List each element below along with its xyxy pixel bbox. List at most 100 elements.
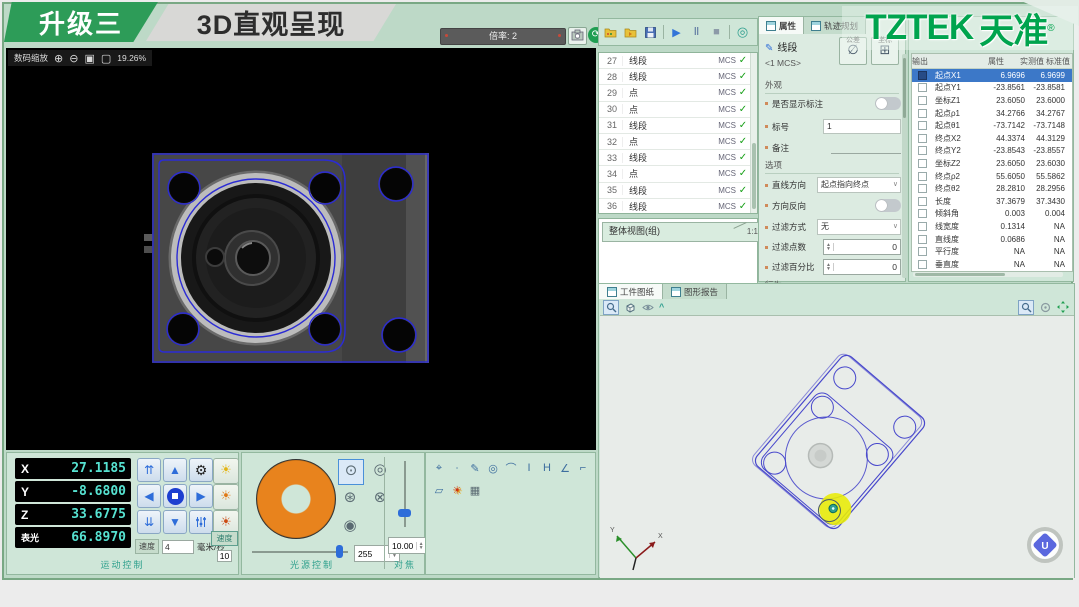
table-row[interactable]: 倾斜角 0.003 0.004 [912,208,1072,221]
snapshot-button[interactable] [568,27,587,45]
id-input[interactable]: 1 [823,119,901,134]
output-checkbox[interactable] [918,184,927,193]
light-top-button[interactable]: ☀ [213,458,239,484]
speed-input[interactable]: 4 [162,540,194,554]
settings-button[interactable]: ⚙ [189,458,213,482]
graphics-canvas[interactable]: Y X U [600,315,1074,578]
output-checkbox[interactable] [918,172,927,181]
output-checkbox[interactable] [918,197,927,206]
table-row[interactable]: 起点θ1 -73.7142 -73.7148 [912,119,1072,132]
note-input[interactable] [831,141,901,154]
table-row[interactable]: 终点ρ2 55.6050 55.5862 [912,170,1072,183]
stop-button[interactable] [163,484,187,508]
stop-run-button[interactable]: ■ [709,25,724,40]
output-checkbox[interactable] [918,247,927,256]
show-annotation-toggle[interactable] [875,97,901,110]
focus-value[interactable]: 10.00 [389,541,416,551]
light-pattern-button[interactable]: ◎ [368,459,392,483]
table-row[interactable]: 起点ρ1 34.2766 34.2767 [912,107,1072,120]
ring-light-diagram[interactable] [256,459,336,539]
table-row[interactable]: 线宽度 0.1314 NA [912,220,1072,233]
scrollbar[interactable] [750,53,757,213]
output-checkbox[interactable] [918,109,927,118]
table-row[interactable]: 起点X1 6.9696 6.9699 [912,69,1072,82]
horizontal-scrollbar[interactable] [913,272,1063,277]
scrollbar-thumb[interactable] [903,58,906,118]
scrollbar[interactable] [902,54,907,278]
zoom-tool-icon[interactable] [1018,300,1034,315]
output-checkbox[interactable] [918,159,927,168]
line-direction-select[interactable]: 起点指向终点 [817,177,901,193]
table-row[interactable]: 平行度 NA NA [912,245,1072,258]
output-checkbox[interactable] [918,260,927,269]
measure-tool-icon[interactable]: H [540,461,554,475]
tab-properties[interactable]: 属性 [759,17,804,34]
rotate-view-icon[interactable] [1038,301,1052,314]
jog-up-fast-button[interactable]: ⇈ [137,458,161,482]
spinner-arrows[interactable]: ▲▼ [824,243,834,251]
measure-tool-icon[interactable]: I [522,461,536,475]
table-row[interactable]: 直线度 0.0686 NA [912,233,1072,246]
focus-slider[interactable] [400,461,410,527]
light-pattern-button[interactable]: ⊗ [368,487,392,511]
measure-tool-icon[interactable]: ∠ [558,461,572,475]
list-item[interactable]: 33 线段 MCS [599,150,750,166]
visibility-icon[interactable] [641,301,655,314]
list-item[interactable]: 32 点 MCS [599,134,750,150]
measure-tool-icon[interactable]: ⌖ [432,461,446,475]
spinner-arrows[interactable]: ▲▼ [416,542,425,550]
list-item[interactable]: 27 线段 MCS [599,53,750,69]
jog-settings-button[interactable] [189,510,213,534]
list-item[interactable]: 31 线段 MCS [599,118,750,134]
scrollbar-thumb[interactable] [752,143,756,209]
collapse-icon[interactable]: ^ [659,302,664,312]
camera-view[interactable]: 数码缩放 ⊕ ⊖ ▣ ▢ 19.26% [6,48,596,450]
tab-graphic-report[interactable]: 图形报告 [663,284,727,299]
light-tool-icon[interactable]: ☀ [450,483,464,497]
view-cube-icon[interactable] [623,301,637,314]
jog-down-fast-button[interactable]: ⇊ [137,510,161,534]
scrollbar-thumb[interactable] [915,273,1005,276]
list-item[interactable]: 28 线段 MCS [599,69,750,85]
save-as-icon[interactable] [623,25,638,40]
filter-points-spinner[interactable]: ▲▼0 [823,239,901,255]
reverse-direction-toggle[interactable] [875,199,901,212]
output-checkbox[interactable] [918,235,927,244]
list-item[interactable]: 35 线段 MCS [599,183,750,199]
table-row[interactable]: 长度 37.3679 37.3430 [912,195,1072,208]
pause-button[interactable]: ‖ [689,25,704,40]
group-view-header[interactable]: 整体视图(组) 1:1 [602,222,762,242]
jog-down-button[interactable]: ▼ [163,510,187,534]
slider-knob[interactable] [398,509,411,517]
jog-up-button[interactable]: ▲ [163,458,187,482]
filter-percent-spinner[interactable]: ▲▼0 [823,259,901,275]
zoom-out-icon[interactable]: ⊖ [69,52,78,65]
focus-spinner[interactable]: 10.00 ▲▼ [388,537,426,554]
table-row[interactable]: 坐标Z1 23.6050 23.6000 [912,94,1072,107]
output-checkbox[interactable] [918,209,927,218]
list-item[interactable]: 29 点 MCS [599,85,750,101]
measure-tool-icon[interactable]: ◎ [486,461,500,475]
fit-view-icon[interactable] [1056,301,1070,314]
zoom-in-icon[interactable]: ⊕ [54,52,63,65]
spinner-arrows[interactable]: ▲▼ [824,263,834,271]
list-item[interactable]: 36 线段 MCS [599,199,750,214]
output-checkbox[interactable] [918,83,927,92]
measure-tool-icon[interactable]: ⌐ [576,461,590,475]
calculator-tool-icon[interactable]: ▦ [468,483,482,497]
list-item[interactable]: 30 点 MCS [599,102,750,118]
light-pattern-button[interactable]: ⊛ [338,487,362,511]
polygon-tool-icon[interactable]: ▱ [432,483,446,497]
measure-tool-icon[interactable]: ⌒ [504,461,518,475]
open-project-icon[interactable] [603,25,618,40]
output-checkbox[interactable] [918,71,927,80]
filter-mode-select[interactable]: 无 [817,219,901,235]
light-pattern-button[interactable]: ◉ [338,515,362,539]
output-checkbox[interactable] [918,134,927,143]
brightness-slider[interactable] [252,547,348,557]
magnification-slider[interactable]: 倍率: 2 [440,28,566,45]
table-row[interactable]: 终点Y2 -23.8543 -23.8557 [912,145,1072,158]
filter-percent-value[interactable]: 0 [834,262,900,272]
table-row[interactable]: 终点θ2 28.2810 28.2956 [912,182,1072,195]
table-row[interactable]: 终点X2 44.3374 44.3129 [912,132,1072,145]
